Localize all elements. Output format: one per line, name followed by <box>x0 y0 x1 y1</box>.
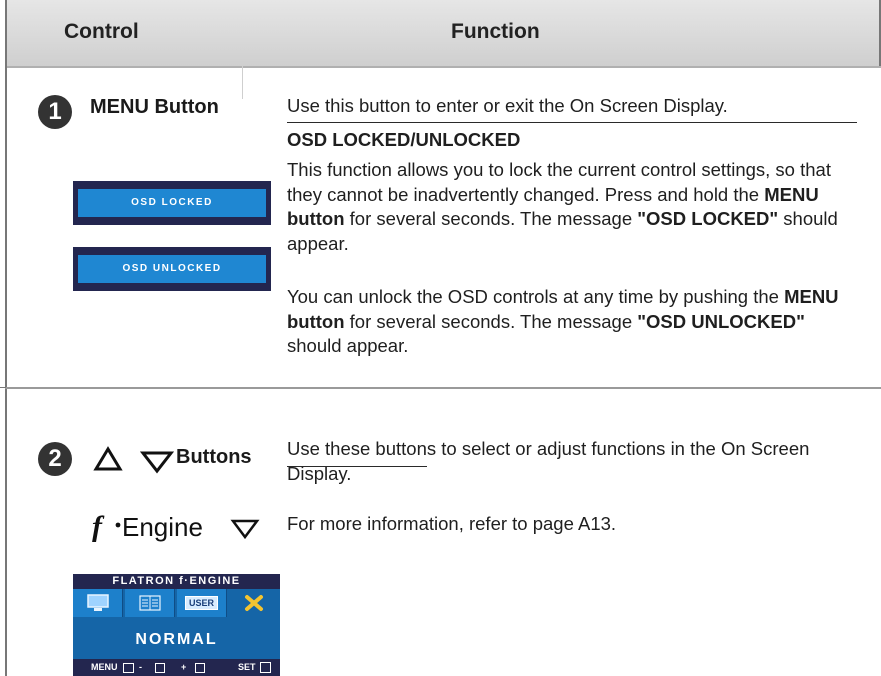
footer-plus-icon <box>195 663 205 673</box>
header-function: Function <box>451 20 540 43</box>
osd-unlock-description: You can unlock the OSD controls at any t… <box>287 285 845 359</box>
f-engine-osd-footer: MENU - + SET <box>73 659 280 676</box>
para2-text-1: You can unlock the OSD controls at any t… <box>287 286 785 307</box>
step-number-2: 2 <box>38 442 72 476</box>
exit-x-icon <box>244 595 263 611</box>
footer-minus-icon <box>155 663 165 673</box>
svg-text:f: f <box>92 510 105 542</box>
footer-minus: - <box>139 662 142 672</box>
mode-tile-text <box>125 589 175 617</box>
para2-text-3: should appear. <box>287 335 409 356</box>
summary-divider <box>287 122 857 123</box>
footer-plus: + <box>181 662 187 672</box>
osd-locked-text: OSD LOCKED <box>78 189 266 217</box>
osd-unlocked-text: OSD UNLOCKED <box>78 255 266 283</box>
mode-tile-user: USER <box>177 589 227 617</box>
menu-button-label: MENU Button <box>90 96 219 118</box>
text-document-icon <box>138 595 161 611</box>
monitor-icon <box>86 594 109 611</box>
f-engine-osd-panel: FLATRON f·ENGINE USER NORMAL MENU - + SE… <box>73 574 280 676</box>
column-separator <box>242 66 243 99</box>
footer-set: SET <box>238 662 256 672</box>
para1-bold-2: "OSD LOCKED" <box>637 208 779 229</box>
buttons-description: Use these buttons to select or adjust fu… <box>287 438 810 484</box>
f-engine-mode-tiles: USER <box>73 589 280 617</box>
osd-locked-panel: OSD LOCKED <box>73 181 271 225</box>
para1-text-2: for several seconds. The message <box>344 208 638 229</box>
f-engine-mode-normal: NORMAL <box>135 631 218 648</box>
down-triangle-icon <box>140 451 174 474</box>
f-engine-description: For more information, refer to page A13. <box>287 513 617 534</box>
osd-unlocked-panel: OSD UNLOCKED <box>73 247 271 291</box>
para2-text-2: for several seconds. The message <box>344 310 638 332</box>
menu-summary: Use this button to enter or exit the On … <box>287 95 728 116</box>
mode-tile-exit <box>229 589 278 617</box>
f-engine-label: Engine <box>122 512 203 542</box>
table-left-border <box>5 0 7 676</box>
buttons-label: Buttons <box>176 446 252 468</box>
margin-tick <box>0 387 6 388</box>
step-number-1: 1 <box>38 95 72 129</box>
header-control: Control <box>64 20 139 43</box>
up-triangle-icon <box>93 446 123 471</box>
buttons-divider <box>287 466 427 467</box>
footer-menu: MENU <box>91 662 118 672</box>
para1-text-1: This function allows you to lock the cur… <box>287 159 831 205</box>
osd-lock-title: OSD LOCKED/UNLOCKED <box>287 129 521 150</box>
f-engine-osd-header: FLATRON f·ENGINE <box>73 574 280 589</box>
footer-menu-icon <box>123 663 134 673</box>
osd-lock-description: This function allows you to lock the cur… <box>287 158 845 256</box>
footer-set-icon <box>260 662 271 673</box>
f-engine-down-icon <box>230 519 260 540</box>
mode-tile-movie <box>73 589 123 617</box>
para2-bold-2: "OSD UNLOCKED" <box>637 310 805 332</box>
row-divider <box>5 387 881 389</box>
user-tile-label: USER <box>184 596 218 610</box>
